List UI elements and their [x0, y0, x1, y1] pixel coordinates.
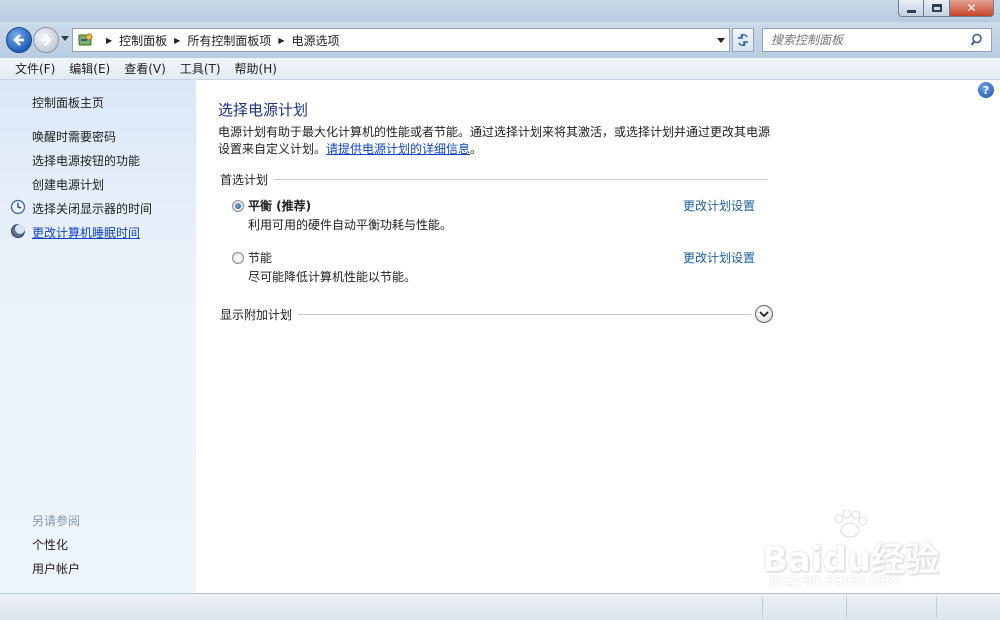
chevron-down-icon — [759, 311, 769, 318]
plan-power-saver-name[interactable]: 节能 — [248, 249, 272, 266]
address-row: ▶ 控制面板 ▶ 所有控制面板项 ▶ 电源选项 — [0, 22, 1000, 58]
search-icon[interactable] — [970, 32, 986, 48]
menu-view[interactable]: 查看(V) — [117, 58, 173, 80]
breadcrumb-all-items[interactable]: 所有控制面板项 — [187, 32, 271, 49]
show-additional-plans[interactable]: 显示附加计划 — [220, 305, 773, 323]
refresh-button[interactable] — [732, 28, 754, 52]
close-icon: ✕ — [966, 1, 977, 15]
main-content: ? 选择电源计划 电源计划有助于最大化计算机的性能或者节能。通过选择计划来将其激… — [196, 80, 1000, 593]
sidebar-item-power-buttons[interactable]: 选择电源按钮的功能 — [32, 152, 140, 169]
see-also-heading: 另请参阅 — [32, 514, 81, 528]
plan-power-saver-change-settings-link[interactable]: 更改计划设置 — [683, 249, 755, 266]
extra-divider — [220, 314, 751, 315]
plan-balanced-change-settings-link[interactable]: 更改计划设置 — [683, 197, 755, 214]
close-button[interactable]: ✕ — [950, 0, 994, 17]
group-divider — [220, 179, 768, 180]
maximize-icon — [931, 4, 942, 12]
help-icon[interactable]: ? — [978, 82, 994, 98]
forward-button[interactable] — [33, 27, 59, 53]
menu-help[interactable]: 帮助(H) — [228, 58, 284, 80]
refresh-icon — [738, 34, 748, 46]
breadcrumb-separator-icon: ▶ — [106, 35, 113, 45]
menu-tools[interactable]: 工具(T) — [173, 58, 228, 80]
sidebar-item-wake-password[interactable]: 唤醒时需要密码 — [32, 128, 116, 145]
address-bar[interactable]: ▶ 控制面板 ▶ 所有控制面板项 ▶ 电源选项 — [72, 28, 730, 52]
maximize-button[interactable] — [924, 0, 950, 17]
sidebar-item-user-accounts[interactable]: 用户帐户 — [32, 560, 80, 577]
page-description: 电源计划有助于最大化计算机的性能或者节能。通过选择计划来将其激活，或选择计划并通… — [218, 124, 778, 158]
address-dropdown-icon[interactable] — [717, 38, 725, 43]
plan-balanced-desc: 利用可用的硬件自动平衡功耗与性能。 — [248, 218, 453, 232]
back-arrow-icon — [13, 34, 24, 46]
show-additional-plans-label[interactable]: 显示附加计划 — [220, 306, 299, 323]
search-box[interactable] — [762, 28, 992, 52]
search-input[interactable] — [763, 29, 970, 51]
expand-button[interactable] — [755, 305, 773, 323]
status-bar — [0, 593, 1000, 620]
title-bar: ✕ — [0, 0, 1000, 22]
breadcrumb-power-options[interactable]: 电源选项 — [292, 32, 340, 49]
sidebar-item-display-off[interactable]: 选择关闭显示器的时间 — [32, 200, 152, 217]
control-panel-icon — [78, 33, 93, 46]
group-label: 首选计划 — [220, 171, 275, 188]
minimize-button[interactable] — [898, 0, 924, 17]
clock-icon — [10, 199, 26, 215]
recent-pages-dropdown[interactable] — [61, 36, 69, 41]
back-button[interactable] — [6, 27, 32, 53]
page-title: 选择电源计划 — [218, 101, 309, 119]
menu-file[interactable]: 文件(F) — [8, 58, 62, 80]
menu-bar: 文件(F) 编辑(E) 查看(V) 工具(T) 帮助(H) — [0, 58, 1000, 80]
plan-power-saver-radio[interactable] — [232, 252, 244, 264]
description-end: 。 — [470, 142, 483, 156]
plan-balanced-name[interactable]: 平衡 (推荐) — [248, 197, 311, 214]
moon-icon — [11, 224, 25, 238]
sidebar-control-panel-home[interactable]: 控制面板主页 — [32, 94, 104, 111]
preferred-plans-group: 首选计划 — [220, 171, 768, 188]
breadcrumb-separator-icon: ▶ — [174, 35, 181, 45]
description-text: 电源计划有助于最大化计算机的性能或者节能。通过选择计划来将其激活，或选择计划并通… — [218, 125, 771, 156]
status-divider — [762, 597, 763, 617]
status-divider — [936, 597, 937, 617]
sidebar-item-personalization[interactable]: 个性化 — [32, 536, 68, 553]
window-controls: ✕ — [898, 0, 994, 17]
minimize-icon — [906, 9, 916, 13]
menu-edit[interactable]: 编辑(E) — [62, 58, 117, 80]
plan-details-link[interactable]: 请提供电源计划的详细信息 — [326, 142, 470, 156]
plan-power-saver-desc: 尽可能降低计算机性能以节能。 — [248, 270, 417, 284]
forward-arrow-icon — [41, 34, 52, 46]
breadcrumb-control-panel[interactable]: 控制面板 — [119, 32, 167, 49]
plan-balanced-radio[interactable] — [232, 200, 244, 212]
sidebar-item-sleep-time[interactable]: 更改计算机睡眠时间 — [32, 224, 140, 241]
sidebar: 控制面板主页 唤醒时需要密码 选择电源按钮的功能 创建电源计划 选择关闭显示器的… — [0, 80, 196, 593]
sidebar-item-create-plan[interactable]: 创建电源计划 — [32, 176, 104, 193]
breadcrumb-separator-icon: ▶ — [278, 35, 285, 45]
status-divider — [846, 597, 847, 617]
